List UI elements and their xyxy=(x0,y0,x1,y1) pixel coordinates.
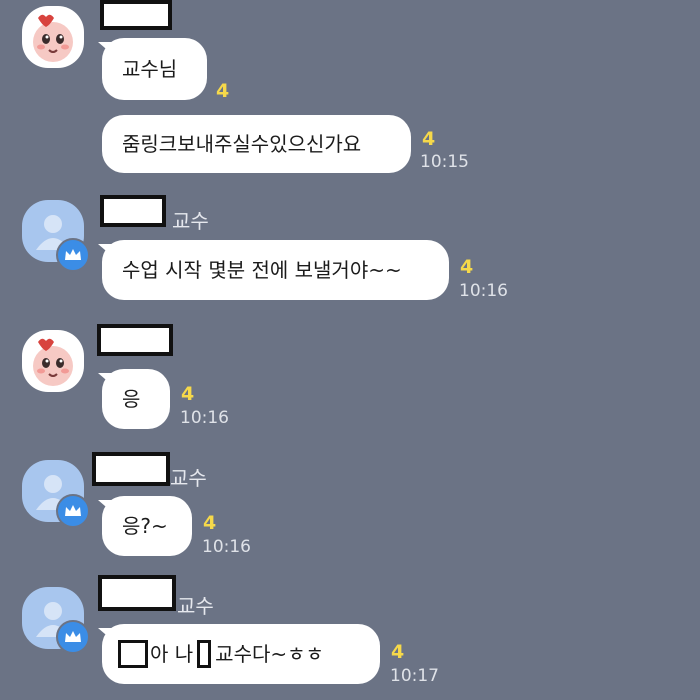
redacted-sender-name xyxy=(98,575,176,611)
redacted-sender-name xyxy=(100,195,166,227)
message-bubble[interactable]: 교수님 xyxy=(102,38,207,100)
message-time: 10:15 xyxy=(420,152,469,172)
message-bubble[interactable]: 줌링크보내주실수있으신가요 xyxy=(102,115,411,173)
message-text: 응 xyxy=(122,387,141,411)
message-time: 10:16 xyxy=(459,281,508,301)
message-text: 교수님 xyxy=(122,57,178,81)
sender-role-label: 교수 xyxy=(170,466,207,490)
redacted-sender-name xyxy=(92,452,170,486)
crown-icon xyxy=(56,620,90,654)
message-bubble[interactable]: 아 나 교수다~ㅎㅎ xyxy=(102,624,380,684)
crown-icon xyxy=(56,494,90,528)
chat-area: 교수님 4 줌링크보내주실수있으신가요 4 10:15 교수 수업 시작 몇분 … xyxy=(0,0,700,700)
unread-count: 4 xyxy=(216,80,230,102)
unread-count: 4 xyxy=(181,383,195,405)
message-text: 수업 시작 몇분 전에 보낼거야~~ xyxy=(122,258,402,282)
message-bubble[interactable]: 응?~ xyxy=(102,496,192,556)
message-text: 줌링크보내주실수있으신가요 xyxy=(122,132,362,156)
sender-role-label: 교수 xyxy=(172,209,209,233)
sender-role-label: 교수 xyxy=(177,594,214,618)
redacted-sender-name xyxy=(100,0,172,30)
unread-count: 4 xyxy=(391,641,405,663)
message-time: 10:17 xyxy=(390,666,439,686)
redacted-inline-name xyxy=(197,640,212,668)
unread-count: 4 xyxy=(203,512,217,534)
redacted-inline-name xyxy=(118,640,148,668)
unread-count: 4 xyxy=(422,128,436,150)
message-bubble[interactable]: 응 xyxy=(102,369,170,429)
message-time: 10:16 xyxy=(202,537,251,557)
unread-count: 4 xyxy=(460,256,474,278)
message-time: 10:16 xyxy=(180,408,229,428)
redacted-sender-name xyxy=(97,324,173,356)
message-bubble[interactable]: 수업 시작 몇분 전에 보낼거야~~ xyxy=(102,240,449,300)
peach-avatar-icon[interactable] xyxy=(22,6,84,68)
message-text-part1: 아 나 xyxy=(150,642,194,666)
message-text-part2: 교수다~ㅎㅎ xyxy=(215,642,324,666)
crown-icon xyxy=(56,238,90,272)
message-text: 응?~ xyxy=(122,514,168,538)
peach-avatar-icon[interactable] xyxy=(22,330,84,392)
